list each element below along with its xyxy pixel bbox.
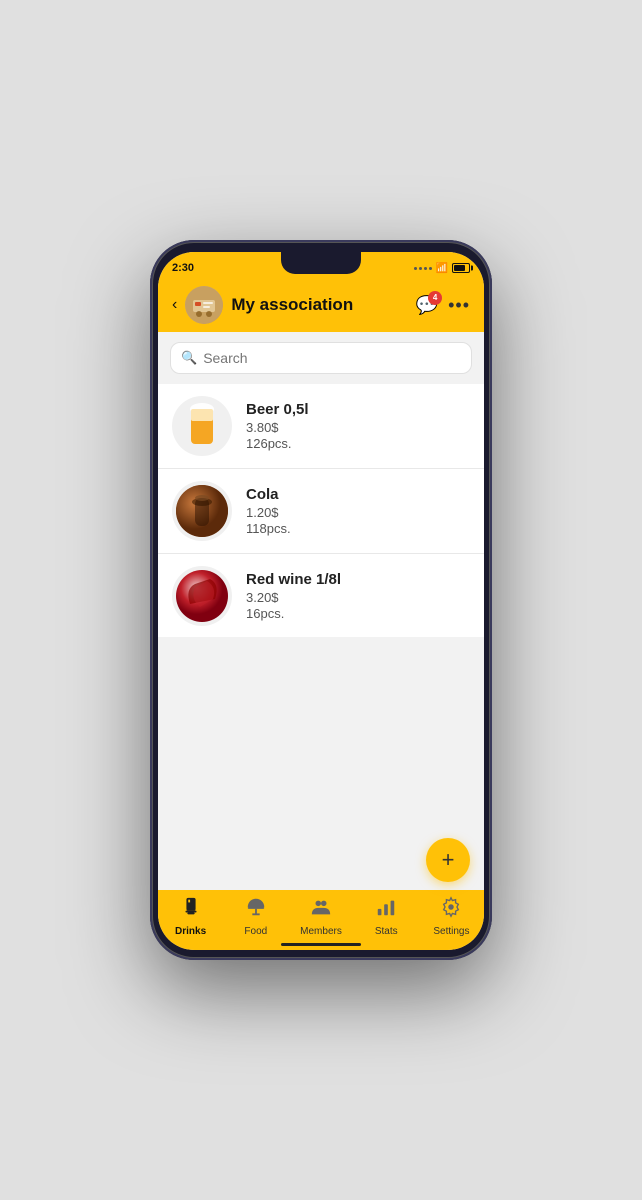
product-info: Red wine 1/8l 3.20$ 16pcs. <box>246 571 470 621</box>
product-info: Cola 1.20$ 118pcs. <box>246 486 470 536</box>
drinks-icon <box>180 896 202 924</box>
members-icon <box>310 896 332 924</box>
bottom-navigation: Drinks Food <box>158 890 484 950</box>
add-item-button[interactable]: + <box>426 838 470 882</box>
product-price: 3.80$ <box>246 420 470 435</box>
food-icon <box>245 896 267 924</box>
product-quantity: 118pcs. <box>246 521 470 536</box>
nav-settings-label: Settings <box>433 926 469 937</box>
signal-icon <box>414 267 432 270</box>
product-name: Beer 0,5l <box>246 401 470 418</box>
product-thumbnail <box>172 396 232 456</box>
list-item[interactable]: Red wine 1/8l 3.20$ 16pcs. <box>158 554 484 637</box>
battery-icon <box>452 263 470 273</box>
product-thumbnail <box>172 481 232 541</box>
wifi-icon: 📶 <box>436 263 448 274</box>
back-button[interactable]: ‹ <box>172 296 177 314</box>
nav-food-label: Food <box>244 926 267 937</box>
nav-members-label: Members <box>300 926 342 937</box>
page-title: My association <box>231 295 407 315</box>
list-item[interactable]: Beer 0,5l 3.80$ 126pcs. <box>158 384 484 469</box>
home-indicator <box>281 943 361 946</box>
nav-stats-label: Stats <box>375 926 398 937</box>
notification-badge: 4 <box>428 291 442 305</box>
phone-frame: 2:30 📶 ‹ <box>150 240 492 960</box>
search-box: 🔍 <box>170 342 472 374</box>
more-options-button[interactable]: ••• <box>448 295 470 316</box>
nav-item-members[interactable]: Members <box>288 896 353 937</box>
settings-icon <box>440 896 462 924</box>
list-item[interactable]: Cola 1.20$ 118pcs. <box>158 469 484 554</box>
nav-item-food[interactable]: Food <box>223 896 288 937</box>
stats-icon <box>375 896 397 924</box>
search-container: 🔍 <box>158 332 484 384</box>
status-icons: 📶 <box>414 263 470 274</box>
product-quantity: 126pcs. <box>246 436 470 451</box>
nav-item-settings[interactable]: Settings <box>419 896 484 937</box>
notifications-button[interactable]: 💬 4 <box>416 295 438 316</box>
nav-item-stats[interactable]: Stats <box>354 896 419 937</box>
product-name: Red wine 1/8l <box>246 571 470 588</box>
notch <box>281 252 361 274</box>
search-input[interactable] <box>203 350 461 366</box>
phone-screen: 2:30 📶 ‹ <box>158 252 484 950</box>
product-list: Beer 0,5l 3.80$ 126pcs. <box>158 384 484 637</box>
fab-container: + <box>426 838 470 882</box>
product-name: Cola <box>246 486 470 503</box>
product-quantity: 16pcs. <box>246 606 470 621</box>
status-time: 2:30 <box>172 262 194 274</box>
app-header: ‹ My association <box>158 280 484 332</box>
avatar <box>185 286 223 324</box>
product-price: 1.20$ <box>246 505 470 520</box>
header-actions: 💬 4 ••• <box>416 295 470 316</box>
nav-drinks-label: Drinks <box>175 926 206 937</box>
product-info: Beer 0,5l 3.80$ 126pcs. <box>246 401 470 451</box>
search-icon: 🔍 <box>181 350 197 366</box>
product-thumbnail <box>172 566 232 626</box>
nav-item-drinks[interactable]: Drinks <box>158 896 223 937</box>
product-price: 3.20$ <box>246 590 470 605</box>
plus-icon: + <box>442 849 455 871</box>
